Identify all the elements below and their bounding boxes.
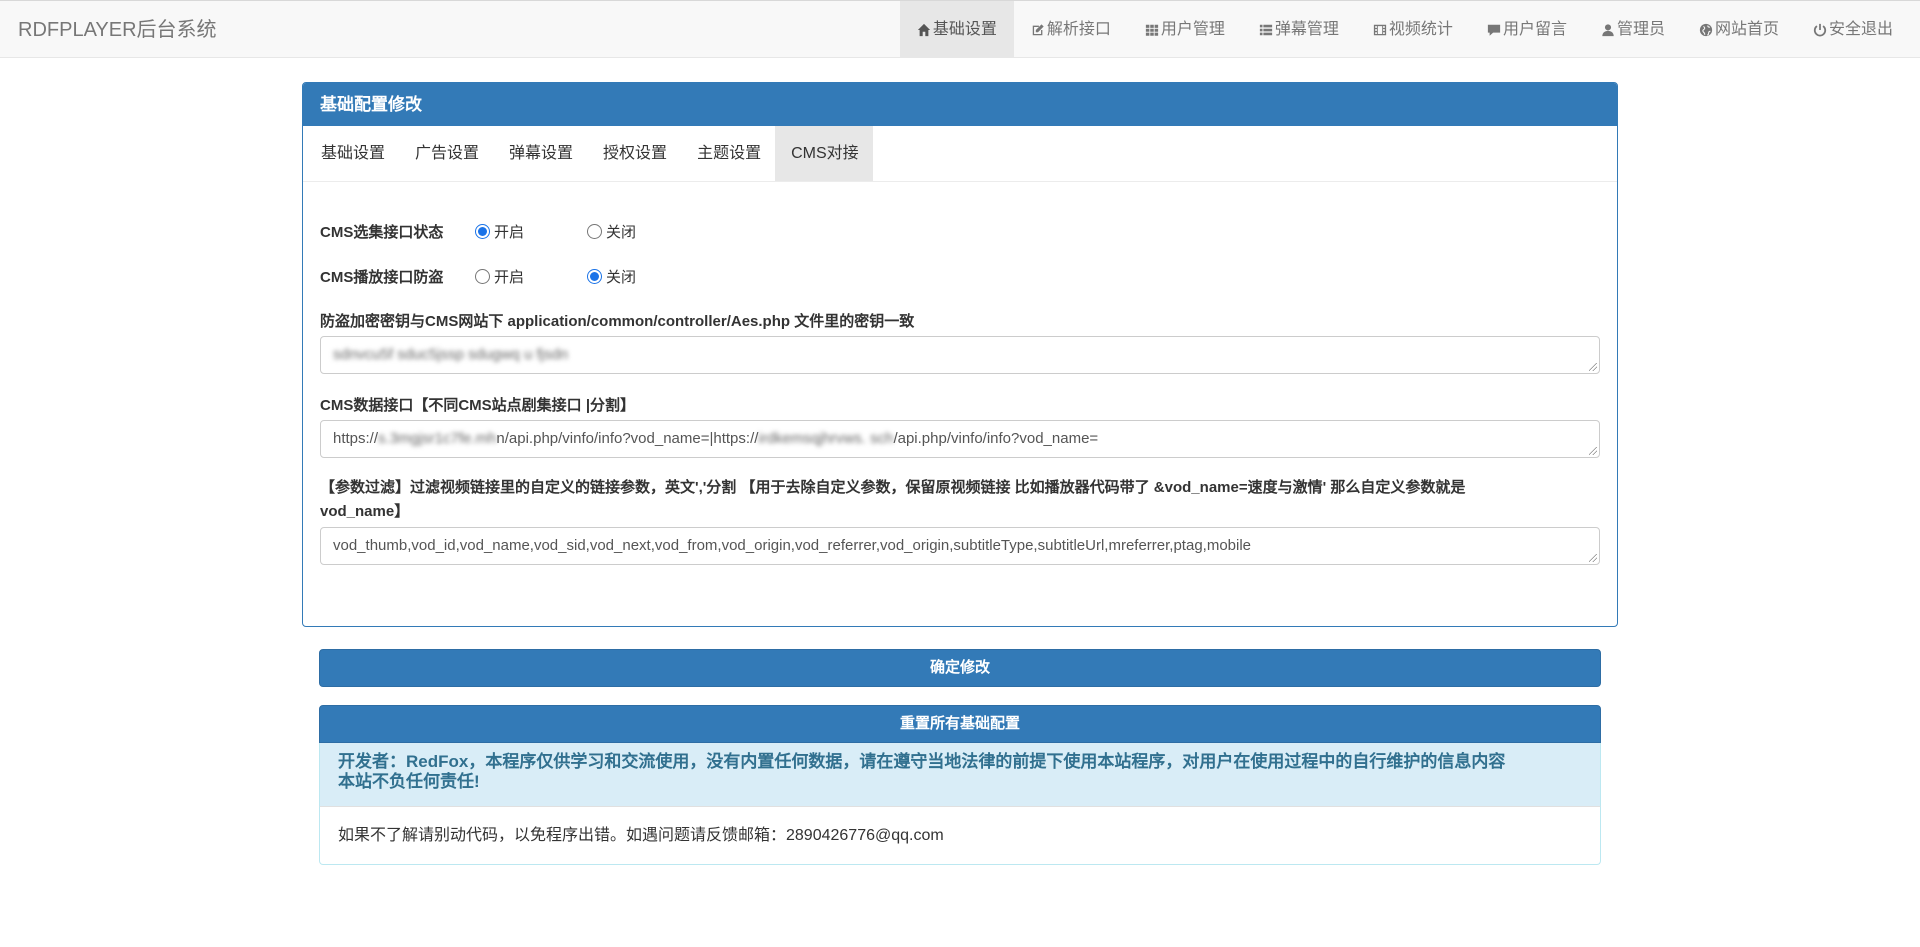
nav-item-video-stats[interactable]: 视频统计 <box>1356 1 1470 58</box>
nav-item-logout[interactable]: 安全退出 <box>1796 1 1910 58</box>
param-filter-value: vod_thumb,vod_id,vod_name,vod_sid,vod_ne… <box>333 537 1252 554</box>
list-icon <box>1259 24 1273 35</box>
tab-license[interactable]: 授权设置 <box>587 126 681 181</box>
tab-danmaku[interactable]: 弹幕设置 <box>493 126 587 181</box>
param-filter-label: 【参数过滤】过滤视频链接里的自定义的链接参数，英文','分割 【用于去除自定义参… <box>320 476 1610 524</box>
nav-label: 基础设置 <box>932 21 997 38</box>
settings-tabs: 基础设置 广告设置 弹幕设置 授权设置 主题设置 CMS对接 <box>303 126 1617 182</box>
tab-cms[interactable]: CMS对接 <box>775 126 873 181</box>
play-protect-label: CMS播放接口防盗 <box>320 268 444 286</box>
power-icon <box>1813 23 1827 36</box>
film-icon <box>1373 24 1387 35</box>
collect-status-label: CMS选集接口状态 <box>320 223 444 241</box>
radio-unchecked-icon[interactable] <box>587 223 602 239</box>
edit-icon <box>1032 23 1044 35</box>
nav-label: 用户留言 <box>1502 21 1567 38</box>
aes-key-value: sdnvcu5f sduc5jssp sdugwq u fjsdn <box>333 346 569 363</box>
play-protect-on-radio[interactable]: 开启 <box>475 266 587 287</box>
data-api-field[interactable]: https://s.3mgjsr1c7fe.mhn/api.php/vinfo/… <box>320 420 1600 458</box>
tab-theme[interactable]: 主题设置 <box>681 126 775 181</box>
tab-ads[interactable]: 广告设置 <box>399 126 493 181</box>
data-api-blurred-host-2: irdkemsqjhrvws. sch <box>758 430 894 447</box>
tab-basic[interactable]: 基础设置 <box>305 126 399 181</box>
globe-icon <box>1699 23 1713 36</box>
nav-label: 用户管理 <box>1160 21 1225 38</box>
contact-note: 如果不了解请别动代码，以免程序出错。如遇问题请反馈邮箱：2890426776@q… <box>319 806 1601 865</box>
comment-icon <box>1487 24 1501 36</box>
grid-icon <box>1145 24 1159 36</box>
play-protect-off-radio[interactable]: 关闭 <box>587 266 699 287</box>
radio-checked-icon[interactable] <box>587 268 602 284</box>
nav-label: 管理员 <box>1616 21 1665 38</box>
top-navbar: RDFPLAYER后台系统 基础设置 解析接口 用户管理 弹幕管理 视频统计 用… <box>0 0 1920 58</box>
nav-label: 安全退出 <box>1828 21 1893 38</box>
aes-key-label: 防盗加密密钥与CMS网站下 application/common/control… <box>320 313 915 330</box>
brand-title[interactable]: RDFPLAYER后台系统 <box>18 1 217 59</box>
collect-status-row: CMS选集接口状态 开启 关闭 <box>320 219 699 243</box>
panel-title: 基础配置修改 <box>303 83 1617 126</box>
radio-label: 关闭 <box>606 268 637 286</box>
nav-label: 解析接口 <box>1046 21 1111 38</box>
play-protect-row: CMS播放接口防盗 开启 关闭 <box>320 264 699 288</box>
aes-key-field[interactable]: sdnvcu5f sduc5jssp sdugwq u fjsdn <box>320 336 1600 374</box>
param-filter-label-line1: 【参数过滤】过滤视频链接里的自定义的链接参数，英文','分割 【用于去除自定义参… <box>320 479 1466 496</box>
data-api-label: CMS数据接口【不同CMS站点剧集接口 |分割】 <box>320 397 636 414</box>
data-api-suffix: /api.php/vinfo/info?vod_name= <box>893 430 1099 447</box>
radio-label: 开启 <box>494 223 525 241</box>
nav-item-user-messages[interactable]: 用户留言 <box>1470 1 1584 58</box>
home-icon <box>917 23 930 36</box>
nav-item-site-home[interactable]: 网站首页 <box>1682 1 1796 58</box>
nav-item-danmaku-management[interactable]: 弹幕管理 <box>1242 1 1356 58</box>
reset-button[interactable]: 重置所有基础配置 <box>319 705 1601 743</box>
disclaimer-alert: 开发者：RedFox，本程序仅供学习和交流使用，没有内置任何数据，请在遵守当地法… <box>319 743 1601 806</box>
config-panel: 基础配置修改 基础设置 广告设置 弹幕设置 授权设置 主题设置 CMS对接 CM… <box>302 82 1618 627</box>
nav-item-admin[interactable]: 管理员 <box>1584 1 1682 58</box>
confirm-button[interactable]: 确定修改 <box>319 649 1601 687</box>
radio-label: 开启 <box>494 268 525 286</box>
radio-checked-icon[interactable] <box>475 223 490 239</box>
param-filter-field[interactable]: vod_thumb,vod_id,vod_name,vod_sid,vod_ne… <box>320 527 1600 565</box>
collect-status-on-radio[interactable]: 开启 <box>475 221 587 242</box>
disclaimer-line1: 开发者：RedFox，本程序仅供学习和交流使用，没有内置任何数据，请在遵守当地法… <box>338 752 1506 771</box>
collect-status-off-radio[interactable]: 关闭 <box>587 221 699 242</box>
nav-label: 网站首页 <box>1714 21 1779 38</box>
nav-item-user-management[interactable]: 用户管理 <box>1128 1 1242 58</box>
data-api-prefix: https:// <box>333 430 379 447</box>
nav-label: 弹幕管理 <box>1274 21 1339 38</box>
param-filter-label-line2: vod_name】 <box>320 503 410 520</box>
data-api-middle: n/api.php/vinfo/info?vod_name=|https:// <box>496 430 759 447</box>
nav-item-basic-settings[interactable]: 基础设置 <box>899 1 1014 58</box>
disclaimer-line2: 本站不负任何责任! <box>338 772 480 791</box>
nav-label: 视频统计 <box>1388 21 1453 38</box>
data-api-blurred-host: s.3mgjsr1c7fe.mh <box>378 430 497 447</box>
main-nav: 基础设置 解析接口 用户管理 弹幕管理 视频统计 用户留言 管理员 网站首页 安… <box>899 1 1910 58</box>
nav-item-parse-api[interactable]: 解析接口 <box>1014 1 1128 58</box>
radio-label: 关闭 <box>606 223 637 241</box>
user-icon <box>1602 23 1614 36</box>
radio-unchecked-icon[interactable] <box>475 268 490 284</box>
